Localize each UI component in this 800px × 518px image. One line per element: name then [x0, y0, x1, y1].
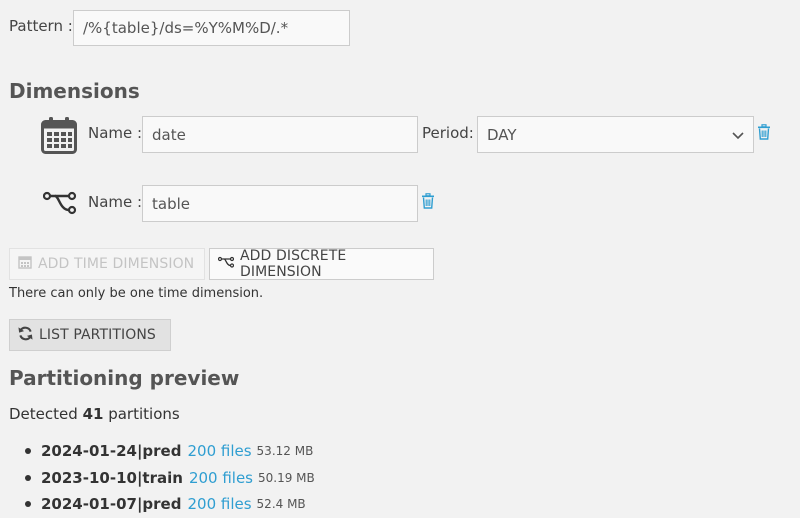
partitioning-preview-heading: Partitioning preview: [9, 366, 240, 390]
bullet-icon: [25, 474, 31, 481]
add-discrete-dimension-label: ADD DISCRETE DIMENSION: [240, 248, 347, 280]
detected-prefix: Detected: [9, 405, 78, 423]
period-select[interactable]: DAY: [477, 116, 754, 153]
discrete-name-input[interactable]: table: [142, 185, 418, 222]
time-name-input[interactable]: date: [142, 116, 418, 153]
list-item: 2024-01-24|pred 200 files 53.12 MB: [25, 438, 315, 465]
calendar-icon: [18, 255, 38, 273]
add-discrete-dimension-button[interactable]: ADD DISCRETE DIMENSION: [209, 248, 434, 280]
partition-name: 2023-10-10|train: [41, 468, 183, 487]
partition-size: 50.19 MB: [258, 470, 315, 485]
calendar-icon: [41, 116, 77, 158]
time-dimension-note: There can only be one time dimension.: [9, 286, 264, 301]
list-partitions-button[interactable]: LIST PARTITIONS: [9, 319, 171, 351]
list-partitions-label: LIST PARTITIONS: [39, 327, 156, 343]
delete-discrete-dimension-trash-icon[interactable]: [421, 193, 435, 213]
partition-count: 41: [82, 405, 104, 423]
discrete-name-value: table: [152, 194, 190, 213]
time-name-value: date: [152, 125, 186, 144]
list-item: 2023-10-10|train 200 files 50.19 MB: [25, 465, 315, 492]
discrete-name-label: Name :: [88, 193, 143, 211]
period-label: Period:: [422, 124, 474, 142]
pattern-value: /%{table}/ds=%Y%M%D/.*: [83, 19, 289, 37]
partition-name: 2024-01-24|pred: [41, 442, 182, 461]
detected-partitions-text: Detected 41 partitions: [9, 405, 180, 423]
partition-files-link[interactable]: 200 files: [187, 442, 251, 460]
partition-size: 53.12 MB: [256, 444, 314, 459]
partition-list: 2024-01-24|pred 200 files 53.12 MB 2023-…: [25, 438, 315, 518]
period-value: DAY: [487, 125, 517, 144]
partition-name: 2024-01-07|pred: [41, 495, 182, 514]
add-time-dimension-button[interactable]: ADD TIME DIMENSION: [9, 248, 205, 280]
delete-time-dimension-trash-icon[interactable]: [757, 124, 771, 144]
partition-files-link[interactable]: 200 files: [189, 469, 253, 487]
bullet-icon: [25, 448, 31, 455]
list-item: 2024-01-07|pred 200 files 52.4 MB: [25, 491, 315, 518]
partition-size: 52.4 MB: [256, 497, 306, 512]
partition-files-link[interactable]: 200 files: [187, 495, 251, 513]
dimensions-heading: Dimensions: [9, 79, 140, 103]
pattern-input[interactable]: /%{table}/ds=%Y%M%D/.*: [73, 10, 350, 46]
time-name-label: Name :: [88, 124, 143, 142]
discrete-branch-icon: [42, 191, 77, 219]
bullet-icon: [25, 501, 31, 508]
pattern-label: Pattern :: [9, 17, 73, 35]
add-time-dimension-label: ADD TIME DIMENSION: [38, 256, 195, 272]
discrete-branch-icon: [217, 256, 240, 272]
detected-suffix: partitions: [108, 405, 180, 423]
refresh-icon: [18, 326, 39, 345]
chevron-down-icon: [732, 126, 744, 144]
